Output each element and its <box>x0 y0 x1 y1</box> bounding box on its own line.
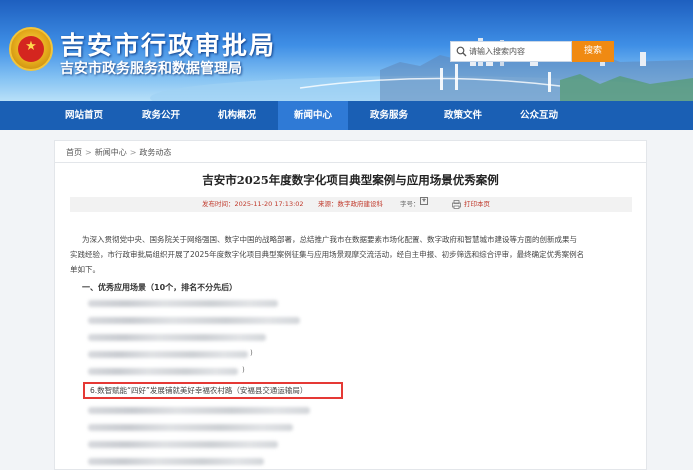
blurred-list-item <box>88 441 278 448</box>
breadcrumb-separator: > <box>129 148 137 157</box>
blurred-list-item <box>88 317 300 324</box>
blurred-list-item <box>88 407 310 414</box>
print-link[interactable]: 打印本页 <box>464 197 490 212</box>
search-button[interactable]: 搜索 <box>572 41 614 62</box>
blurred-list-item <box>88 300 278 307</box>
nav-item-policy-files[interactable]: 政策文件 <box>430 101 496 130</box>
article-source: 来源：数字政府建设科 <box>318 200 383 208</box>
main-nav: 网站首页 政务公开 机构概况 新闻中心 政务服务 政策文件 公众互动 <box>0 101 693 130</box>
nav-item-gov-affairs[interactable]: 政务公开 <box>128 101 194 130</box>
nav-item-gov-services[interactable]: 政务服务 <box>356 101 422 130</box>
blurred-list-item <box>88 334 266 341</box>
nav-item-news-center[interactable]: 新闻中心 <box>278 101 348 130</box>
search-input[interactable] <box>469 44 569 59</box>
print-icon[interactable] <box>452 197 461 212</box>
intro-paragraph-line2: 实践经验，市行政审批局组织开展了2025年度数字化项目典型案例征集与应用场景观摩… <box>70 250 585 259</box>
breadcrumb-gov-news[interactable]: 政务动态 <box>139 148 171 157</box>
nav-item-home[interactable]: 网站首页 <box>52 101 116 130</box>
list-item-paren: ) <box>250 349 253 357</box>
nav-item-organization[interactable]: 机构概况 <box>204 101 270 130</box>
national-emblem-icon: ★ <box>9 27 53 71</box>
intro-paragraph-line3: 单如下。 <box>70 265 100 274</box>
blurred-list-item <box>88 458 264 465</box>
blurred-list-item <box>88 351 248 358</box>
site-title: 吉安市行政审批局 <box>60 31 277 60</box>
font-decrease-button[interactable]: - <box>420 197 428 205</box>
list-item-paren: ) <box>242 366 245 374</box>
search-box <box>450 41 572 62</box>
nav-item-public-interaction[interactable]: 公众互动 <box>506 101 572 130</box>
publish-time: 发布时间：2025-11-20 17:13:02 <box>202 200 304 208</box>
font-size-label: 字号： <box>400 200 420 208</box>
intro-paragraph-line1: 为深入贯彻党中央、国务院关于网络强国、数字中国的战略部署，总结推广我市在数据要素… <box>82 235 577 244</box>
article-meta-bar: 发布时间：2025-11-20 17:13:02 来源：数字政府建设科 字号： … <box>70 197 632 212</box>
section-heading: 一、优秀应用场景（10个，排名不分先后） <box>82 283 238 292</box>
blurred-list-item <box>88 424 293 431</box>
highlighted-list-item: 6.数智赋能“四好”发展铺就美好幸福农村路（安福县交通运输局） <box>90 386 308 395</box>
blurred-list-item <box>88 368 238 375</box>
breadcrumb-home[interactable]: 首页 <box>66 148 82 157</box>
search-icon <box>456 46 467 57</box>
article-title: 吉安市2025年度数字化项目典型案例与应用场景优秀案例 <box>202 173 499 187</box>
breadcrumb: 首页 > 新闻中心 > 政务动态 <box>54 143 647 163</box>
breadcrumb-news-center[interactable]: 新闻中心 <box>95 148 127 157</box>
breadcrumb-separator: > <box>85 148 92 157</box>
site-subtitle: 吉安市政务服务和数据管理局 <box>60 61 242 77</box>
